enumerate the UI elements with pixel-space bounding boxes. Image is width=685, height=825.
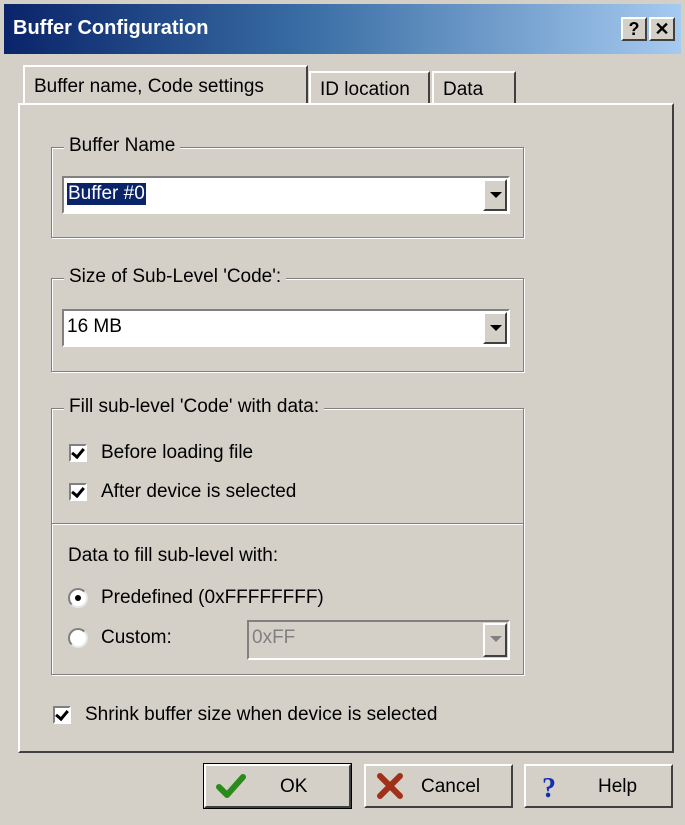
code-size-combo[interactable]: 16 MB	[62, 309, 510, 347]
code-size-value: 16 MB	[67, 316, 122, 337]
custom-value: 0xFF	[252, 627, 296, 648]
window-title: Buffer Configuration	[13, 17, 209, 39]
code-size-legend: Size of Sub-Level 'Code':	[64, 266, 287, 288]
custom-value-combo[interactable]: 0xFF	[247, 620, 510, 660]
shrink-buffer-checkbox[interactable]	[53, 706, 71, 724]
before-loading-checkbox[interactable]	[69, 444, 87, 462]
chevron-down-icon[interactable]	[483, 312, 507, 344]
predefined-label[interactable]: Predefined (0xFFFFFFFF)	[101, 587, 324, 609]
predefined-radio[interactable]	[68, 588, 88, 608]
checkmark-icon	[216, 774, 246, 798]
buffer-name-legend: Buffer Name	[64, 135, 181, 157]
buffer-name-combo[interactable]: Buffer #0	[62, 176, 510, 214]
ok-label: OK	[280, 776, 308, 797]
help-button[interactable]: ? Help	[524, 764, 673, 808]
help-title-button[interactable]: ?	[621, 17, 647, 41]
buffer-name-value: Buffer #0	[67, 183, 146, 205]
chevron-down-icon[interactable]	[483, 623, 507, 657]
shrink-buffer-label[interactable]: Shrink buffer size when device is select…	[85, 704, 437, 726]
question-mark-icon: ?	[542, 773, 556, 799]
custom-label[interactable]: Custom:	[101, 627, 172, 649]
close-title-button[interactable]: ✕	[649, 17, 675, 41]
custom-radio[interactable]	[68, 628, 88, 648]
fill-data-label: Data to fill sub-level with:	[68, 545, 279, 566]
tab-data[interactable]: Data	[432, 71, 516, 104]
cancel-label: Cancel	[421, 776, 481, 797]
help-label: Help	[598, 776, 638, 797]
after-selected-checkbox[interactable]	[69, 483, 87, 501]
fill-code-legend: Fill sub-level 'Code' with data:	[64, 396, 325, 418]
buffer-name-group: Buffer Name Buffer #0	[51, 135, 524, 238]
cancel-button[interactable]: Cancel	[364, 764, 513, 808]
ok-button[interactable]: OK	[203, 763, 352, 809]
after-selected-label[interactable]: After device is selected	[101, 481, 296, 503]
chevron-down-icon[interactable]	[483, 179, 507, 211]
tab-panel: Buffer Name Buffer #0 Size of Sub-Level …	[18, 103, 674, 753]
code-size-group: Size of Sub-Level 'Code': 16 MB	[51, 266, 524, 372]
title-bar[interactable]: Buffer Configuration ? ✕	[4, 4, 681, 54]
x-cross-icon	[377, 773, 403, 799]
svg-text:?: ?	[542, 773, 556, 799]
tab-id-location[interactable]: ID location	[309, 71, 430, 104]
fill-code-group: Fill sub-level 'Code' with data: Before …	[51, 396, 524, 675]
before-loading-label[interactable]: Before loading file	[101, 442, 253, 464]
tab-buffer-name-code-settings[interactable]: Buffer name, Code settings	[23, 65, 308, 107]
buffer-configuration-dialog: Buffer Configuration ? ✕ Buffer name, Co…	[0, 0, 685, 825]
fill-divider	[52, 523, 523, 525]
